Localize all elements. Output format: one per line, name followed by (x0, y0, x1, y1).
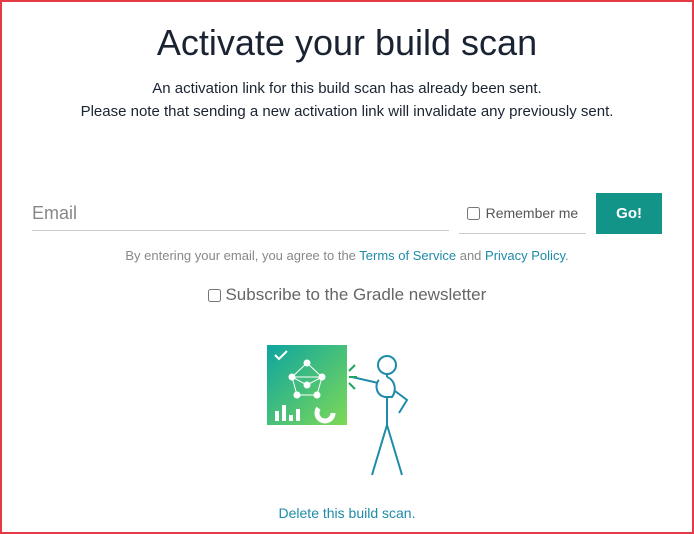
subscribe-label: Subscribe to the Gradle newsletter (225, 285, 486, 304)
agree-and: and (456, 248, 485, 263)
remember-me-label: Remember me (486, 205, 579, 221)
page-title: Activate your build scan (32, 22, 662, 64)
email-form-row: Remember me Go! (32, 193, 662, 234)
subscribe-checkbox[interactable] (208, 289, 221, 302)
agree-prefix: By entering your email, you agree to the (125, 248, 359, 263)
subtitle: An activation link for this build scan h… (32, 78, 662, 123)
gradle-illustration (257, 335, 437, 485)
agree-text: By entering your email, you agree to the… (32, 248, 662, 263)
subscribe-row: Subscribe to the Gradle newsletter (32, 285, 662, 305)
remember-me-wrap: Remember me (459, 193, 587, 234)
privacy-link[interactable]: Privacy Policy (485, 248, 565, 263)
subtitle-line-2: Please note that sending a new activatio… (81, 103, 614, 120)
delete-build-scan-link[interactable]: Delete this build scan. (32, 505, 662, 521)
tos-link[interactable]: Terms of Service (359, 248, 456, 263)
remember-me-checkbox[interactable] (467, 207, 480, 220)
agree-suffix: . (565, 248, 569, 263)
email-field[interactable] (32, 197, 449, 231)
go-button[interactable]: Go! (596, 193, 662, 234)
subtitle-line-1: An activation link for this build scan h… (152, 80, 541, 97)
